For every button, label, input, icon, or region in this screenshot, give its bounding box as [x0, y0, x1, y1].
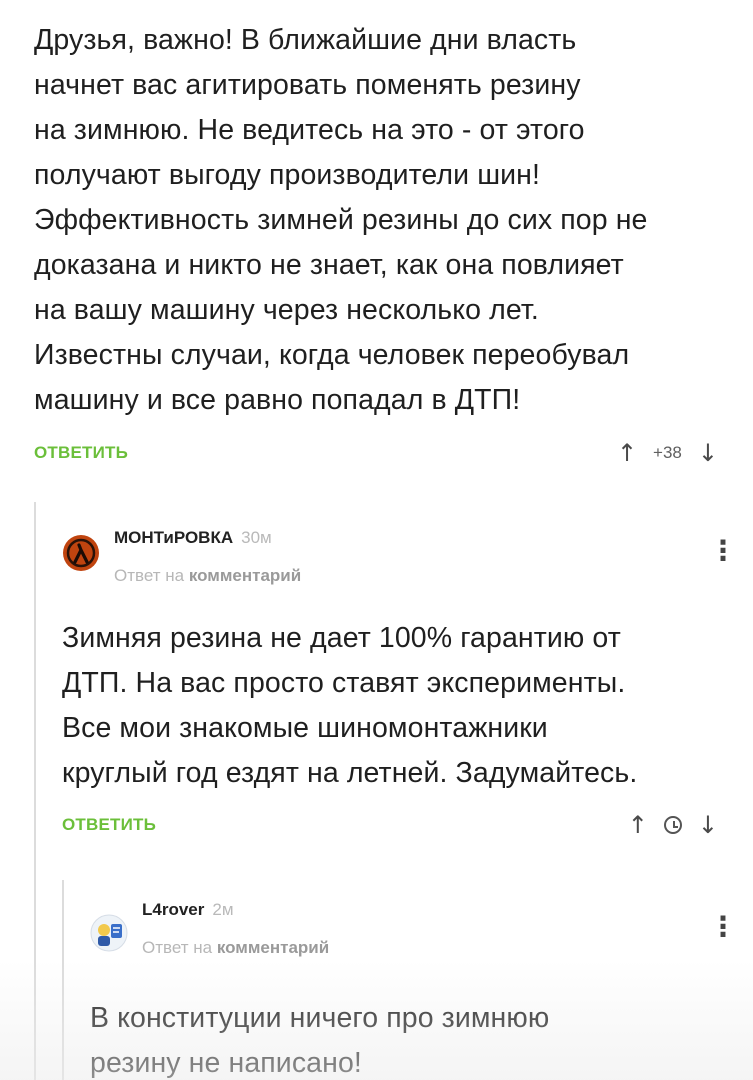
downvote-icon[interactable]: ↓	[698, 439, 718, 467]
downvote-icon[interactable]: ↓	[698, 811, 718, 839]
reply-to-prefix: Ответ на	[142, 938, 213, 957]
upvote-icon[interactable]: ↑	[628, 811, 648, 839]
more-options-icon[interactable]: ⋮	[709, 537, 737, 565]
comment-line: доказана и никто не знает, как она повли…	[34, 249, 624, 281]
comment-line: Известны случаи, когда человек переобува…	[34, 339, 630, 371]
comment-line: Зимняя резина не дает 100% гарантию от	[62, 622, 621, 654]
avatar[interactable]	[90, 914, 128, 952]
comment-line: на вашу машину через несколько лет.	[34, 294, 539, 326]
comment-line: получают выгоду производители шин!	[34, 159, 541, 191]
comment-actions: ОТВЕТИТЬ ↑ +38 ↓	[34, 438, 718, 468]
reply-to-link[interactable]: комментарий	[217, 938, 329, 957]
comment-actions: ОТВЕТИТЬ ↑ ↓	[62, 810, 718, 840]
comment-header: L4rover 2м Ответ на комментарий	[90, 900, 329, 958]
vote-controls: ↑ +38 ↓	[617, 438, 718, 468]
comment-line: ДТП. На вас просто ставят эксперименты.	[62, 667, 626, 699]
comment-line: резину не написано!	[90, 1047, 362, 1079]
author-name[interactable]: L4rover	[142, 900, 204, 920]
half-life-lambda-icon	[63, 535, 99, 571]
comment-time: 30м	[241, 528, 272, 547]
comment-line: Эффективность зимней резины до сих пор н…	[34, 204, 648, 236]
comment-line: начнет вас агитировать поменять резину	[34, 69, 581, 101]
comment-meta: L4rover 2м Ответ на комментарий	[142, 900, 329, 958]
comment-line: Все мои знакомые шиномонтажники	[62, 712, 548, 744]
reply-button[interactable]: ОТВЕТИТЬ	[34, 443, 128, 463]
comment-root: Друзья, важно! В ближайшие дни власть на…	[34, 18, 734, 423]
comment-meta: МОНТиРОВКА 30м Ответ на комментарий	[114, 528, 301, 586]
thread-line	[62, 880, 64, 1080]
clock-icon	[663, 816, 682, 834]
vote-controls: ↑ ↓	[628, 810, 718, 840]
comment-line: на зимнюю. Не ведитесь на это - от этого	[34, 114, 585, 146]
comment-body: Зимняя резина не дает 100% гарантию от Д…	[62, 616, 732, 796]
reply-to-line: Ответ на комментарий	[142, 938, 329, 958]
author-name[interactable]: МОНТиРОВКА	[114, 528, 233, 548]
reply-to-line: Ответ на комментарий	[114, 566, 301, 586]
comment-body: В конституции ничего про зимнюю резину н…	[90, 996, 730, 1080]
more-options-icon[interactable]: ⋮	[709, 913, 737, 941]
thread-line	[34, 502, 36, 1080]
comment-line: Друзья, важно! В ближайшие дни власть	[34, 24, 577, 56]
avatar[interactable]	[62, 534, 100, 572]
comment-line: В конституции ничего про зимнюю	[90, 1002, 550, 1034]
reply-to-prefix: Ответ на	[114, 566, 185, 585]
reply-button[interactable]: ОТВЕТИТЬ	[62, 815, 156, 835]
upvote-icon[interactable]: ↑	[617, 439, 637, 467]
reply-to-link[interactable]: комментарий	[189, 566, 301, 585]
comment-time: 2м	[212, 900, 234, 919]
comment-header: МОНТиРОВКА 30м Ответ на комментарий	[62, 528, 301, 586]
cartoon-character-icon	[90, 914, 128, 952]
comments-page: Друзья, важно! В ближайшие дни власть на…	[0, 0, 753, 1080]
comment-line: машину и все равно попадал в ДТП!	[34, 384, 521, 416]
comment-body: Друзья, важно! В ближайшие дни власть на…	[34, 18, 734, 423]
comment-line: круглый год ездят на летней. Задумайтесь…	[62, 757, 638, 789]
vote-score: +38	[653, 443, 682, 462]
